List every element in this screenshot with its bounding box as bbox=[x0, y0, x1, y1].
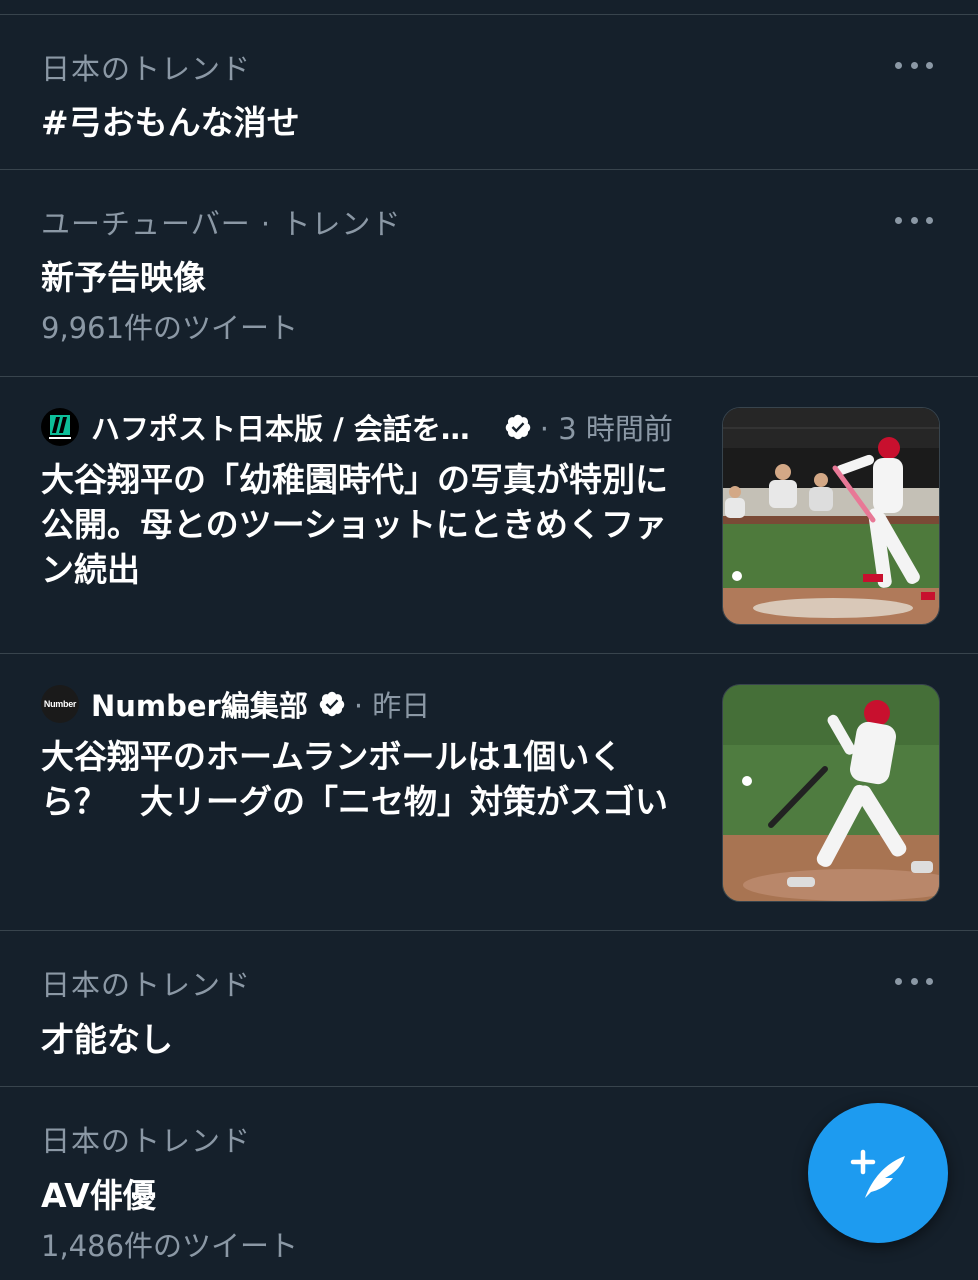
news-source-name: Number編集部 bbox=[91, 689, 308, 723]
news-item[interactable]: Number Number編集部 · 昨日 大谷翔平のホームランボールは1個いく… bbox=[0, 654, 978, 930]
news-time: · 昨日 bbox=[353, 689, 431, 723]
news-source-row: Number Number編集部 · 昨日 bbox=[41, 684, 430, 724]
news-thumbnail[interactable] bbox=[722, 684, 940, 902]
trend-item[interactable]: ユーチューバー · トレンド 新予告映像 9,961件のツイート bbox=[0, 170, 978, 375]
verified-badge-icon bbox=[505, 414, 531, 440]
news-time: · 3 時間前 bbox=[539, 412, 673, 446]
news-headline: 大谷翔平のホームランボールは1個いくら？ 大リーグの「ニセ物」対策がスゴい bbox=[41, 737, 668, 821]
trend-title: AV俳優 bbox=[41, 1176, 156, 1215]
trend-context: 日本のトレンド bbox=[41, 1124, 252, 1158]
news-headline: 大谷翔平の「幼稚園時代」の写真が特別に公開。母とのツーショットにときめくファン続… bbox=[41, 460, 668, 589]
trend-item[interactable]: 日本のトレンド #弓おもんな消せ bbox=[0, 15, 978, 169]
trend-item[interactable]: 日本のトレンド 才能なし bbox=[0, 931, 978, 1086]
trend-title: 才能なし bbox=[41, 1020, 173, 1059]
more-options-button[interactable] bbox=[895, 215, 933, 225]
news-item[interactable]: ハフポスト日本版 / 会話を… · 3 時間前 大谷翔平の「幼稚園時代」の写真が… bbox=[0, 377, 978, 653]
tweet-count: 1,486件のツイート bbox=[41, 1229, 299, 1263]
baseball-batter-photo-icon bbox=[723, 685, 939, 901]
number-logo: Number bbox=[41, 685, 79, 723]
trend-context: 日本のトレンド bbox=[41, 52, 252, 86]
trend-context: 日本のトレンド bbox=[41, 968, 252, 1002]
trend-context: ユーチューバー · トレンド bbox=[41, 207, 402, 241]
more-options-button[interactable] bbox=[895, 976, 933, 986]
news-source-row: ハフポスト日本版 / 会話を… · 3 時間前 bbox=[41, 407, 673, 447]
baseball-batter-photo-icon bbox=[723, 408, 939, 624]
trend-title: 新予告映像 bbox=[41, 258, 206, 297]
huffpost-logo bbox=[41, 408, 79, 446]
verified-badge-icon bbox=[319, 691, 345, 717]
news-source-name: ハフポスト日本版 / 会話を… bbox=[91, 412, 470, 446]
tweet-count: 9,961件のツイート bbox=[41, 311, 299, 345]
more-options-button[interactable] bbox=[895, 60, 933, 70]
trend-title: #弓おもんな消せ bbox=[41, 103, 300, 142]
news-thumbnail[interactable] bbox=[722, 407, 940, 625]
compose-tweet-button[interactable] bbox=[808, 1103, 948, 1243]
compose-tweet-icon bbox=[850, 1149, 905, 1198]
